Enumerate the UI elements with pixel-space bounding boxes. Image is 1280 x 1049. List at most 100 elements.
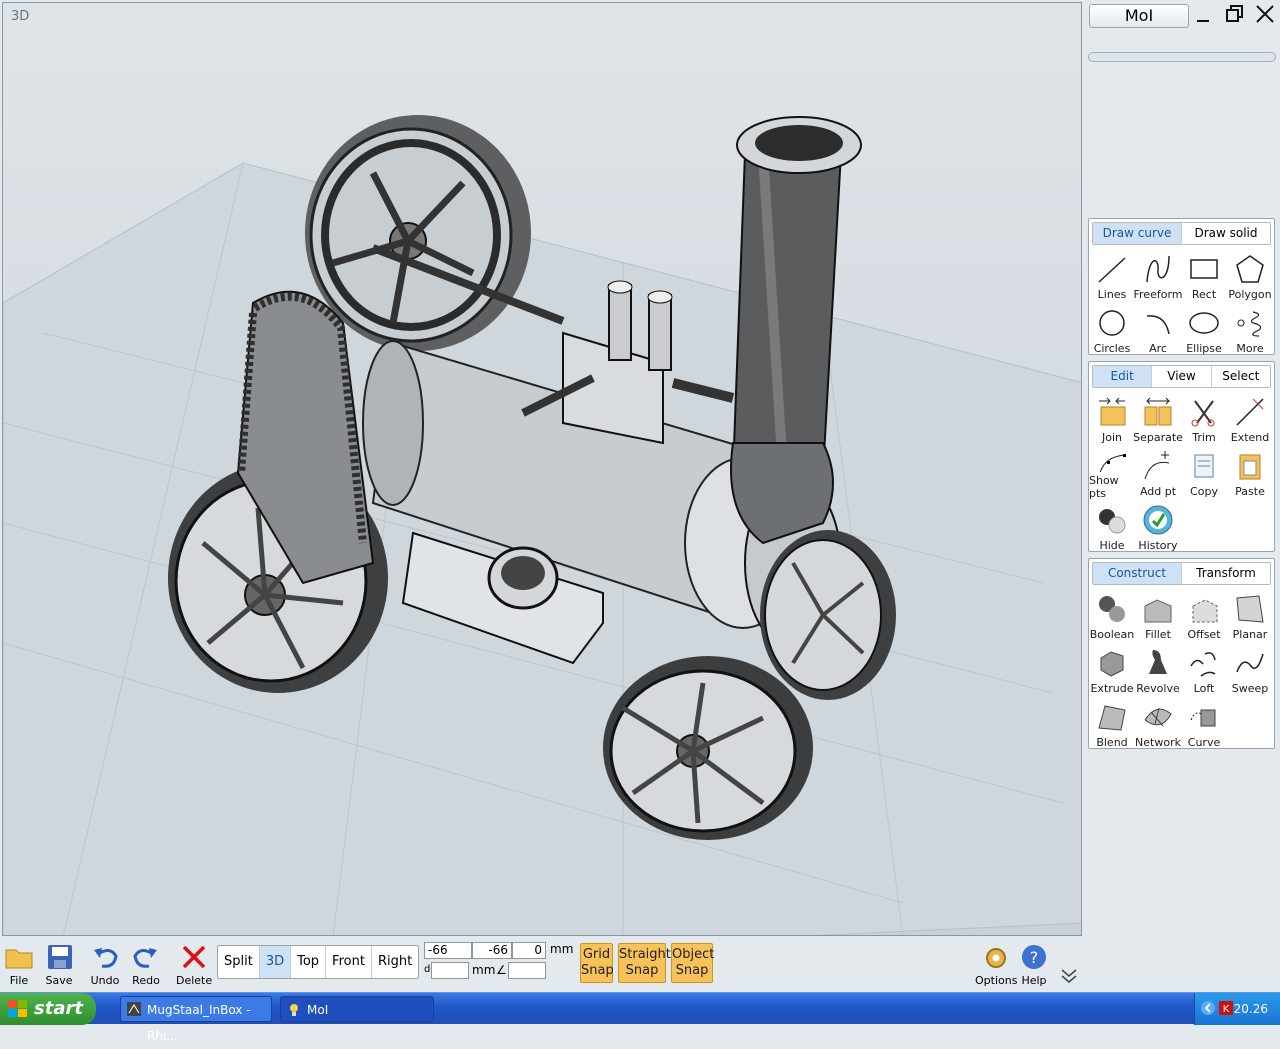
coord-x-field[interactable]: -66 (424, 942, 472, 959)
expand-button[interactable] (1060, 968, 1078, 987)
angle-field[interactable] (508, 962, 546, 979)
redo-button[interactable]: Redo (131, 942, 161, 987)
start-button[interactable]: start (0, 993, 96, 1025)
blend-tool[interactable]: Blend (1089, 697, 1135, 751)
separate-icon (1144, 397, 1172, 426)
fillet-tool[interactable]: Fillet (1135, 589, 1181, 643)
tab-draw-curve[interactable]: Draw curve (1093, 223, 1182, 244)
antivirus-icon[interactable]: K (1219, 1001, 1233, 1015)
hide-icon (1099, 509, 1126, 534)
view-split-button[interactable]: Split (218, 946, 260, 978)
polygon-tool[interactable]: Polygon (1227, 249, 1273, 303)
help-button[interactable]: ? Help (1019, 942, 1049, 987)
options-button[interactable]: Options (975, 942, 1017, 987)
taskbar: start MugStaal_InBox - Rhi... MoI K 20.2… (0, 992, 1280, 1043)
tool-label: Circles (1093, 342, 1131, 355)
task-rhino[interactable]: MugStaal_InBox - Rhi... (120, 996, 272, 1043)
view-top-button[interactable]: Top (291, 946, 327, 978)
circles-tool[interactable]: Circles (1089, 303, 1135, 357)
distance-field[interactable] (431, 962, 469, 979)
object-snap-line-1: Object (672, 947, 715, 962)
hide-tool[interactable]: Hide (1089, 500, 1135, 554)
tab-construct[interactable]: Construct (1093, 563, 1182, 584)
add-point-icon (1144, 451, 1170, 480)
3d-viewport[interactable]: 3D (2, 2, 1082, 936)
minimize-button[interactable] (1190, 3, 1216, 29)
trim-tool[interactable]: Trim (1181, 392, 1227, 446)
tool-label: Revolve (1136, 682, 1180, 695)
join-tool[interactable]: Join (1089, 392, 1135, 446)
svg-text:K: K (1223, 1004, 1230, 1015)
folder-icon (5, 949, 33, 969)
curve-tool[interactable]: Curve (1181, 697, 1227, 751)
add-pt-tool[interactable]: Add pt (1135, 446, 1181, 500)
clock: 20.26 (1233, 1002, 1268, 1016)
tool-label: Curve (1187, 736, 1221, 749)
coord-z-field[interactable]: 0 (512, 942, 546, 959)
tab-select[interactable]: Select (1212, 366, 1270, 387)
object-snap-button[interactable]: Object Snap (671, 943, 715, 983)
boolean-tool[interactable]: Boolean (1089, 589, 1135, 643)
save-button[interactable]: Save (44, 942, 74, 987)
sweep-tool[interactable]: Sweep (1227, 643, 1273, 697)
undo-button[interactable]: Undo (90, 942, 120, 987)
freeform-tool[interactable]: Freeform (1133, 249, 1183, 303)
scissors-icon (1191, 400, 1215, 427)
tool-label: Boolean (1089, 628, 1135, 641)
draw-panel: Draw curve Draw solid Lines Freeform Rec… (1088, 218, 1275, 355)
show-pts-tool[interactable]: Show pts (1089, 446, 1135, 500)
grid-snap-button[interactable]: Grid Snap (580, 943, 614, 983)
paste-tool[interactable]: Paste (1227, 446, 1273, 500)
coord-y-field[interactable]: -66 (472, 942, 512, 959)
construct-panel: Construct Transform Boolean Fillet Offse… (1088, 558, 1275, 749)
gear-icon (986, 948, 1007, 968)
tab-draw-solid[interactable]: Draw solid (1182, 223, 1270, 244)
delete-button[interactable]: Delete (176, 942, 212, 987)
tool-label: Separate (1133, 431, 1183, 444)
lines-tool[interactable]: Lines (1089, 249, 1135, 303)
tray-arrow-icon[interactable] (1201, 1001, 1215, 1015)
network-tool[interactable]: Network (1135, 697, 1181, 751)
loft-tool[interactable]: Loft (1181, 643, 1227, 697)
view-3d-button[interactable]: 3D (259, 946, 292, 978)
tool-label: Freeform (1133, 288, 1183, 301)
offset-tool[interactable]: Offset (1181, 589, 1227, 643)
tool-label: Rect (1191, 288, 1217, 301)
sweep-icon (1236, 653, 1264, 673)
arc-tool[interactable]: Arc (1135, 303, 1181, 357)
extrude-tool[interactable]: Extrude (1089, 643, 1135, 697)
model-scene[interactable] (3, 3, 1082, 936)
straight-snap-button[interactable]: Straight Snap (618, 943, 671, 983)
delete-label: Delete (176, 974, 213, 987)
tool-label: Fillet (1145, 628, 1171, 641)
file-button[interactable]: File (4, 942, 34, 987)
tab-view[interactable]: View (1152, 366, 1212, 387)
object-snap-line-2: Snap (675, 963, 709, 978)
tool-label: Loft (1193, 682, 1215, 695)
extend-tool[interactable]: Extend (1227, 392, 1273, 446)
save-label: Save (45, 974, 73, 987)
start-label: start (34, 998, 83, 1019)
loft-icon (1190, 652, 1216, 677)
tab-transform[interactable]: Transform (1182, 563, 1270, 584)
close-button[interactable] (1252, 3, 1278, 29)
save-icon (48, 945, 72, 969)
rect-tool[interactable]: Rect (1181, 249, 1227, 303)
tool-label: Trim (1192, 431, 1216, 444)
history-tool[interactable]: History (1135, 500, 1181, 554)
ellipse-tool[interactable]: Ellipse (1181, 303, 1227, 357)
windows-logo-icon (8, 1000, 27, 1017)
tool-label: Copy (1190, 485, 1218, 498)
tab-edit[interactable]: Edit (1093, 366, 1153, 387)
task-moi[interactable]: MoI (280, 996, 434, 1022)
more-tool[interactable]: More (1227, 303, 1273, 357)
blend-icon (1098, 705, 1126, 731)
separate-tool[interactable]: Separate (1133, 392, 1183, 446)
revolve-tool[interactable]: Revolve (1135, 643, 1181, 697)
copy-tool[interactable]: Copy (1181, 446, 1227, 500)
view-right-button[interactable]: Right (372, 946, 418, 978)
planar-tool[interactable]: Planar (1227, 589, 1273, 643)
view-front-button[interactable]: Front (326, 946, 372, 978)
restore-button[interactable] (1222, 3, 1248, 29)
tool-label: History (1138, 539, 1178, 552)
